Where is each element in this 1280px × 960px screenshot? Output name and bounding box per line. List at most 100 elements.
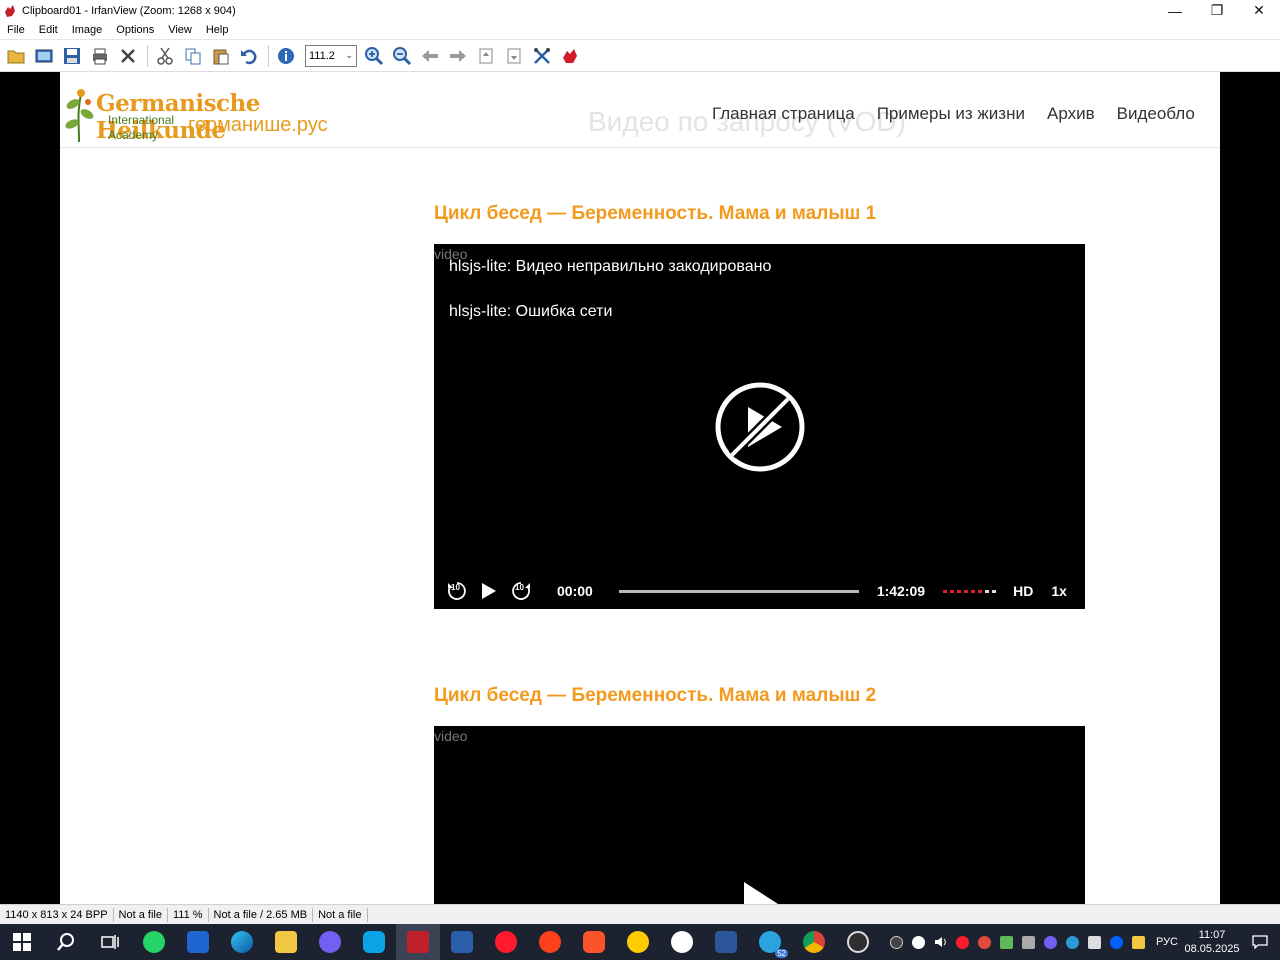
opera-icon[interactable]: [484, 924, 528, 960]
zoom-select[interactable]: 111.2 ⌄: [305, 44, 357, 67]
status-bar: 1140 x 813 x 24 BPP Not a file 111 % Not…: [0, 904, 1280, 924]
tray-app-icon[interactable]: [974, 924, 996, 960]
file-explorer-icon[interactable]: [264, 924, 308, 960]
menu-view[interactable]: View: [161, 24, 199, 36]
play-disabled-icon[interactable]: [712, 379, 808, 475]
clock-time: 11:07: [1198, 929, 1226, 941]
duration: 1:42:09: [876, 583, 926, 599]
chrome-icon[interactable]: [792, 924, 836, 960]
progress-bar[interactable]: [618, 589, 859, 593]
zoom-value: 111.2: [309, 49, 335, 62]
paste-icon[interactable]: [208, 43, 234, 69]
video-player-1[interactable]: video hlsjs-lite: Видео неправильно зако…: [434, 244, 1085, 609]
image-viewport[interactable]: Germanische Heilkunde International Acad…: [0, 72, 1280, 904]
rewind-seconds: 10: [451, 583, 460, 592]
current-time: 00:00: [557, 583, 593, 599]
tray-device-icon[interactable]: [1018, 924, 1040, 960]
logo-subtitle-academy: Academy: [108, 128, 159, 142]
status-file: Not a file: [114, 907, 168, 922]
word-icon[interactable]: [704, 924, 748, 960]
previous-icon[interactable]: [417, 43, 443, 69]
window-title: Clipboard01 - IrfanView (Zoom: 1268 x 90…: [22, 4, 236, 17]
video-title-1[interactable]: Цикл бесед — Беременность. Мама и малыш …: [434, 203, 876, 225]
nav-archive[interactable]: Архив: [1047, 104, 1095, 124]
last-icon[interactable]: [501, 43, 527, 69]
video-title-2[interactable]: Цикл бесед — Беременность. Мама и малыш …: [434, 685, 876, 707]
status-size: Not a file / 2.65 MB: [209, 907, 314, 922]
calculator-icon[interactable]: [440, 924, 484, 960]
copy-icon[interactable]: [180, 43, 206, 69]
nav-videoblog[interactable]: Видеобло: [1117, 104, 1195, 124]
task-view-icon[interactable]: [88, 924, 132, 960]
slideshow-icon[interactable]: [31, 43, 57, 69]
irfanview-icon[interactable]: [396, 924, 440, 960]
menu-options[interactable]: Options: [109, 24, 161, 36]
open-icon[interactable]: [3, 43, 29, 69]
play-icon[interactable]: [480, 583, 498, 599]
windows-start-icon[interactable]: [0, 924, 44, 960]
tray-viber-icon[interactable]: [1040, 924, 1062, 960]
play-icon[interactable]: [742, 882, 782, 904]
nav-home[interactable]: Главная страница: [712, 104, 855, 124]
edge-icon[interactable]: [220, 924, 264, 960]
telegram-badge: 52: [775, 949, 788, 958]
menu-file[interactable]: File: [0, 24, 32, 36]
save-icon[interactable]: [59, 43, 85, 69]
undo-icon[interactable]: [236, 43, 262, 69]
tray-vpn-icon[interactable]: [1062, 924, 1084, 960]
yandex-market-icon[interactable]: [616, 924, 660, 960]
yandex-browser-icon[interactable]: [660, 924, 704, 960]
print-icon[interactable]: [87, 43, 113, 69]
status-dimensions: 1140 x 813 x 24 BPP: [0, 907, 114, 922]
rewind-10-icon[interactable]: 10: [446, 581, 468, 601]
minimize-button[interactable]: —: [1154, 0, 1196, 21]
skype-icon[interactable]: [352, 924, 396, 960]
app-grid-icon[interactable]: [176, 924, 220, 960]
quality-button[interactable]: HD: [1013, 583, 1033, 599]
notifications-icon[interactable]: [1240, 924, 1280, 960]
delete-icon[interactable]: [115, 43, 141, 69]
tray-yandex-icon[interactable]: [908, 924, 930, 960]
taskbar: 52 РУС 11:07 08.05.2025: [0, 924, 1280, 960]
menu-help[interactable]: Help: [199, 24, 236, 36]
brave-icon[interactable]: [572, 924, 616, 960]
cut-icon[interactable]: [152, 43, 178, 69]
network-icon[interactable]: [1084, 924, 1106, 960]
forward-10-icon[interactable]: 10: [510, 581, 532, 601]
restore-button[interactable]: ❐: [1196, 0, 1238, 21]
clock[interactable]: 11:07 08.05.2025: [1184, 928, 1240, 956]
zoom-in-icon[interactable]: [361, 43, 387, 69]
page-top-border: [60, 72, 1220, 75]
telegram-icon[interactable]: 52: [748, 924, 792, 960]
menu-edit[interactable]: Edit: [32, 24, 65, 36]
speed-button[interactable]: 1x: [1051, 583, 1067, 599]
obs-icon[interactable]: [836, 924, 880, 960]
settings-icon[interactable]: [529, 43, 555, 69]
nav-life-examples[interactable]: Примеры из жизни: [877, 104, 1025, 124]
whatsapp-icon[interactable]: [132, 924, 176, 960]
viber-icon[interactable]: [308, 924, 352, 960]
language-indicator[interactable]: РУС: [1156, 936, 1178, 948]
info-icon[interactable]: [273, 43, 299, 69]
video-player-2[interactable]: video: [434, 726, 1085, 904]
tray-opera-icon[interactable]: [952, 924, 974, 960]
tray-dropbox-icon[interactable]: [1106, 924, 1128, 960]
status-file-2: Not a file: [313, 907, 368, 922]
yandex-icon[interactable]: [528, 924, 572, 960]
tray-drive-icon[interactable]: [996, 924, 1018, 960]
webpage: Germanische Heilkunde International Acad…: [60, 72, 1220, 904]
next-icon[interactable]: [445, 43, 471, 69]
zoom-out-icon[interactable]: [389, 43, 415, 69]
tray-obs-icon[interactable]: [886, 924, 908, 960]
menu-image[interactable]: Image: [65, 24, 110, 36]
volume-icon[interactable]: [930, 924, 952, 960]
search-icon[interactable]: [44, 924, 88, 960]
volume-bar[interactable]: [943, 589, 1000, 593]
close-button[interactable]: ✕: [1238, 0, 1280, 21]
site-logo[interactable]: Germanische Heilkunde International Acad…: [63, 84, 363, 148]
toolbar-separator: [147, 44, 148, 67]
first-icon[interactable]: [473, 43, 499, 69]
irfanview-icon[interactable]: [557, 43, 583, 69]
tray-security-icon[interactable]: [1128, 924, 1150, 960]
video-alt-text: video: [434, 728, 468, 744]
